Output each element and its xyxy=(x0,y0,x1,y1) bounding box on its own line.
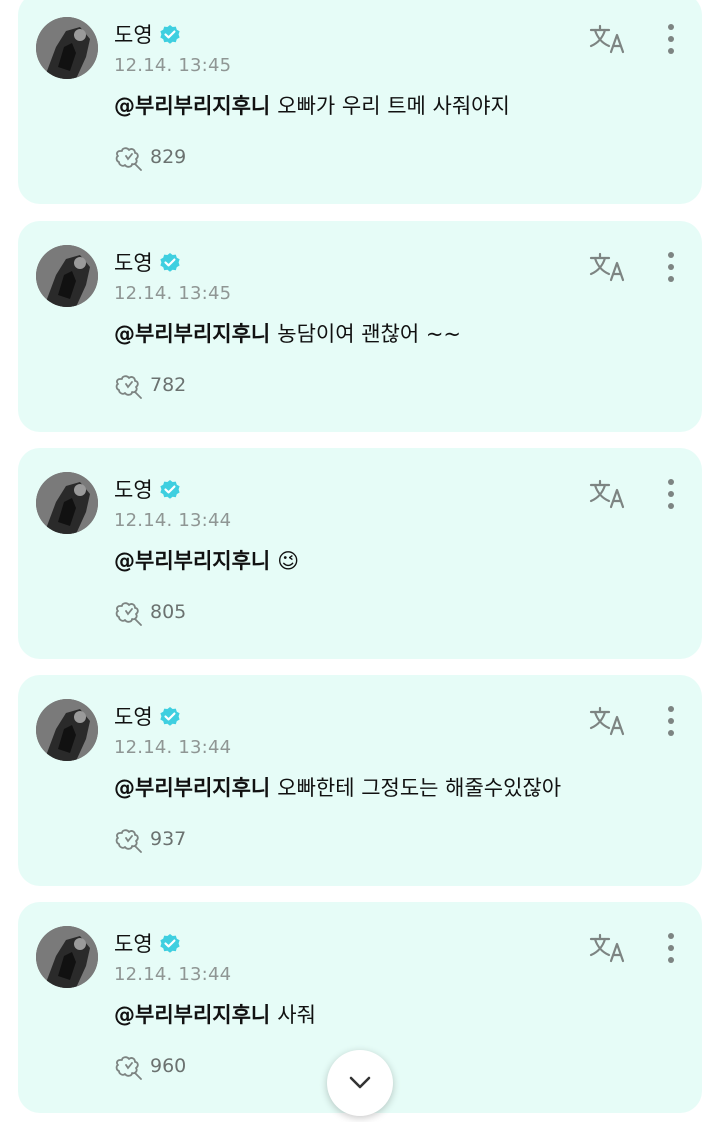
comment-card[interactable]: 도영 12.14. 13:44 @부리부리지후니 오빠한테 그정도는 해줄수있잖아… xyxy=(18,675,702,886)
mention[interactable]: @부리부리지후니 xyxy=(114,1003,270,1027)
chevron-down-icon xyxy=(349,1076,371,1089)
verified-badge-icon xyxy=(159,252,181,274)
translate-icon xyxy=(589,24,625,54)
like-button[interactable]: 782 xyxy=(114,371,186,399)
more-button[interactable] xyxy=(658,476,684,512)
author-name: 도영 xyxy=(114,932,153,956)
more-button[interactable] xyxy=(658,703,684,739)
verified-badge-icon xyxy=(159,933,181,955)
like-count: 782 xyxy=(150,374,187,396)
author-row: 도영 xyxy=(114,929,181,959)
avatar[interactable] xyxy=(36,472,98,534)
comment-text: @부리부리지후니 오빠한테 그정도는 해줄수있잖아 xyxy=(114,773,561,803)
like-count: 805 xyxy=(150,601,187,623)
like-count: 960 xyxy=(150,1055,187,1077)
translate-icon xyxy=(589,933,625,963)
comment-text: @부리부리지후니 오빠가 우리 트메 사줘야지 xyxy=(114,91,510,121)
comment-card[interactable]: 도영 12.14. 13:45 @부리부리지후니 농담이여 괜찮어 ~~ 782 xyxy=(18,221,702,432)
comment-body: 오빠한테 그정도는 해줄수있잖아 xyxy=(277,776,562,800)
avatar[interactable] xyxy=(36,926,98,988)
more-button[interactable] xyxy=(658,249,684,285)
mention[interactable]: @부리부리지후니 xyxy=(114,776,270,800)
comment-text: @부리부리지후니 😉 xyxy=(114,546,299,576)
comment-body: 오빠가 우리 트메 사줘야지 xyxy=(277,94,510,118)
translate-icon xyxy=(589,479,625,509)
mention[interactable]: @부리부리지후니 xyxy=(114,94,270,118)
like-icon xyxy=(114,371,144,399)
verified-badge-icon xyxy=(159,706,181,728)
translate-button[interactable] xyxy=(589,251,627,283)
like-count: 829 xyxy=(150,146,187,168)
more-vertical-icon xyxy=(668,933,674,963)
author-name: 도영 xyxy=(114,705,153,729)
like-button[interactable]: 829 xyxy=(114,143,186,171)
avatar[interactable] xyxy=(36,17,98,79)
like-button[interactable]: 960 xyxy=(114,1052,186,1080)
author-row: 도영 xyxy=(114,248,181,278)
like-button[interactable]: 805 xyxy=(114,598,186,626)
author-name: 도영 xyxy=(114,478,153,502)
translate-button[interactable] xyxy=(589,932,627,964)
timestamp: 12.14. 13:45 xyxy=(114,283,232,304)
more-button[interactable] xyxy=(658,930,684,966)
timestamp: 12.14. 13:44 xyxy=(114,510,232,531)
translate-icon xyxy=(589,706,625,736)
comment-text: @부리부리지후니 사줘 xyxy=(114,1000,316,1030)
more-vertical-icon xyxy=(668,24,674,54)
translate-button[interactable] xyxy=(589,478,627,510)
mention[interactable]: @부리부리지후니 xyxy=(114,322,270,346)
like-icon xyxy=(114,143,144,171)
author-row: 도영 xyxy=(114,702,181,732)
comment-card[interactable]: 도영 12.14. 13:45 @부리부리지후니 오빠가 우리 트메 사줘야지 8… xyxy=(18,0,702,204)
avatar[interactable] xyxy=(36,245,98,307)
comment-body: 사줘 xyxy=(277,1003,316,1027)
translate-icon xyxy=(589,252,625,282)
like-count: 937 xyxy=(150,828,187,850)
translate-button[interactable] xyxy=(589,705,627,737)
more-button[interactable] xyxy=(658,21,684,57)
verified-badge-icon xyxy=(159,479,181,501)
author-row: 도영 xyxy=(114,475,181,505)
timestamp: 12.14. 13:44 xyxy=(114,737,232,758)
mention[interactable]: @부리부리지후니 xyxy=(114,549,270,573)
like-icon xyxy=(114,598,144,626)
more-vertical-icon xyxy=(668,479,674,509)
author-name: 도영 xyxy=(114,251,153,275)
author-row: 도영 xyxy=(114,20,181,50)
timestamp: 12.14. 13:44 xyxy=(114,964,232,985)
comment-card[interactable]: 도영 12.14. 13:44 @부리부리지후니 😉 805 xyxy=(18,448,702,659)
scroll-down-button[interactable] xyxy=(327,1050,393,1116)
timestamp: 12.14. 13:45 xyxy=(114,55,232,76)
author-name: 도영 xyxy=(114,23,153,47)
more-vertical-icon xyxy=(668,252,674,282)
more-vertical-icon xyxy=(668,706,674,736)
translate-button[interactable] xyxy=(589,23,627,55)
verified-badge-icon xyxy=(159,24,181,46)
like-button[interactable]: 937 xyxy=(114,825,186,853)
like-icon xyxy=(114,1052,144,1080)
comment-text: @부리부리지후니 농담이여 괜찮어 ~~ xyxy=(114,319,461,349)
avatar[interactable] xyxy=(36,699,98,761)
comment-body: 농담이여 괜찮어 ~~ xyxy=(277,322,462,346)
like-icon xyxy=(114,825,144,853)
wink-emoji: 😉 xyxy=(277,549,300,573)
